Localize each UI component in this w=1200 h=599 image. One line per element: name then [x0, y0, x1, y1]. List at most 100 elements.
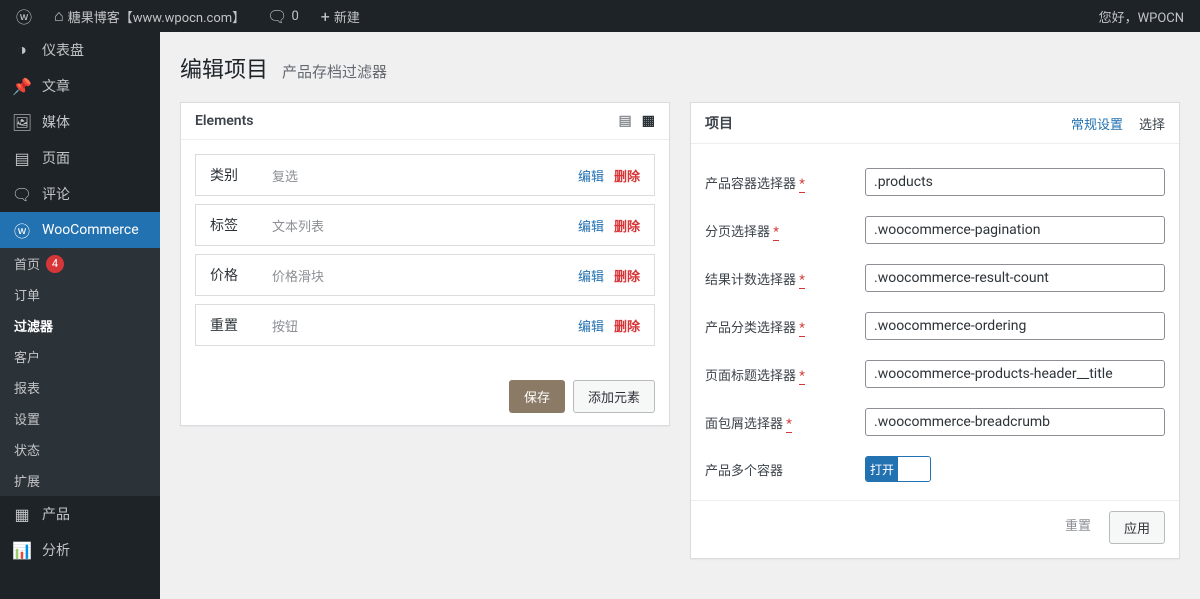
element-name: 类别: [210, 165, 254, 185]
field-label: 产品多个容器: [705, 460, 865, 479]
sidebar-item-analytics[interactable]: 📊分析: [0, 532, 160, 568]
element-type: 按钮: [272, 316, 298, 335]
page-icon: ▤: [12, 148, 32, 168]
element-edit-link[interactable]: 编辑: [578, 266, 604, 285]
greeting-text: 您好，WPOCN: [1099, 7, 1184, 26]
woocommerce-submenu: 首页4 订单 过滤器 客户 报表 设置 状态 扩展: [0, 248, 160, 496]
admin-bar: ⓦ ⌂ 糖果博客【www.wpocn.com】 🗨 0 + 新建 您好，WPOC…: [0, 0, 1200, 32]
field-row: 分页选择器 *: [705, 206, 1165, 254]
tab-general[interactable]: 常规设置: [1071, 114, 1123, 133]
element-delete-link[interactable]: 删除: [614, 316, 640, 335]
apply-button[interactable]: 应用: [1109, 511, 1165, 544]
field-label: 产品容器选择器 *: [705, 173, 865, 192]
field-row: 面包屑选择器 *: [705, 398, 1165, 446]
field-input[interactable]: [865, 312, 1165, 340]
reset-link[interactable]: 重置: [1057, 511, 1099, 544]
field-input[interactable]: [865, 408, 1165, 436]
elements-panel-head: Elements ▤ ▦: [181, 103, 669, 140]
field-row: 页面标题选择器 *: [705, 350, 1165, 398]
sidebar-item-dashboard[interactable]: ◑仪表盘: [0, 32, 160, 68]
admin-sidebar: ◑仪表盘 📌文章 🖼媒体 ▤页面 🗨评论 ⓦWooCommerce 首页4 订单…: [0, 32, 160, 599]
new-label: 新建: [334, 7, 360, 26]
submenu-item-reports[interactable]: 报表: [0, 372, 160, 403]
comments-link[interactable]: 🗨 0: [259, 0, 307, 32]
field-label: 面包屑选择器 *: [705, 413, 865, 432]
field-label: 分页选择器 *: [705, 221, 865, 240]
element-row: 标签文本列表 编辑删除: [195, 204, 655, 246]
analytics-icon: 📊: [12, 540, 32, 560]
element-name: 价格: [210, 265, 254, 285]
element-row: 价格价格滑块 编辑删除: [195, 254, 655, 296]
project-heading: 项目: [705, 113, 733, 133]
elements-heading: Elements: [195, 113, 253, 129]
woocommerce-icon: ⓦ: [12, 220, 32, 240]
field-row: 结果计数选择器 *: [705, 254, 1165, 302]
field-row: 产品容器选择器 *: [705, 158, 1165, 206]
element-type: 复选: [272, 166, 298, 185]
toggle-on-label: 打开: [866, 457, 898, 481]
new-content-link[interactable]: + 新建: [313, 0, 368, 32]
media-icon: 🖼: [12, 112, 32, 132]
field-label: 结果计数选择器 *: [705, 269, 865, 288]
project-panel: 项目 常规设置 选择 产品容器选择器 * 分页选择器 * 结果计数选择器 * 产品分类…: [690, 102, 1180, 559]
home-icon: ⌂: [54, 6, 64, 26]
sidebar-item-comments[interactable]: 🗨评论: [0, 176, 160, 212]
wordpress-icon: ⓦ: [16, 4, 32, 28]
sidebar-item-products[interactable]: ▦产品: [0, 496, 160, 532]
submenu-item-orders[interactable]: 订单: [0, 279, 160, 310]
add-element-button[interactable]: 添加元素: [573, 380, 655, 413]
toggle-multi-container[interactable]: 打开: [865, 456, 931, 482]
user-greeting[interactable]: 您好，WPOCN: [1091, 0, 1192, 32]
element-type: 文本列表: [272, 216, 324, 235]
view-grid-icon[interactable]: ▦: [642, 113, 655, 129]
sidebar-item-woocommerce[interactable]: ⓦWooCommerce: [0, 212, 160, 248]
comment-icon: 🗨: [12, 184, 32, 204]
element-row: 重置按钮 编辑删除: [195, 304, 655, 346]
submenu-item-filters[interactable]: 过滤器: [0, 310, 160, 341]
field-input[interactable]: [865, 264, 1165, 292]
main-content: 编辑项目 产品存档过滤器 Elements ▤ ▦ 类别复选编辑删除标签文本列表…: [160, 32, 1200, 599]
element-edit-link[interactable]: 编辑: [578, 216, 604, 235]
comment-icon: 🗨: [267, 7, 287, 26]
pin-icon: 📌: [12, 76, 32, 96]
element-edit-link[interactable]: 编辑: [578, 316, 604, 335]
view-list-icon[interactable]: ▤: [619, 113, 632, 129]
wp-logo[interactable]: ⓦ: [8, 0, 40, 32]
site-name-text: 糖果博客【www.wpocn.com】: [68, 7, 245, 26]
element-type: 价格滑块: [272, 266, 324, 285]
home-badge: 4: [46, 255, 64, 273]
submenu-item-settings[interactable]: 设置: [0, 403, 160, 434]
submenu-item-home[interactable]: 首页4: [0, 248, 160, 279]
project-panel-head: 项目 常规设置 选择: [691, 103, 1179, 144]
page-subtitle: 产品存档过滤器: [282, 61, 387, 82]
sidebar-item-media[interactable]: 🖼媒体: [0, 104, 160, 140]
product-icon: ▦: [12, 504, 32, 524]
element-delete-link[interactable]: 删除: [614, 166, 640, 185]
field-row: 产品分类选择器 *: [705, 302, 1165, 350]
submenu-item-status[interactable]: 状态: [0, 434, 160, 465]
element-delete-link[interactable]: 删除: [614, 216, 640, 235]
save-button[interactable]: 保存: [509, 380, 565, 413]
sidebar-item-posts[interactable]: 📌文章: [0, 68, 160, 104]
field-row: 产品多个容器打开: [705, 446, 1165, 492]
comments-count: 0: [291, 9, 298, 24]
elements-panel: Elements ▤ ▦ 类别复选编辑删除标签文本列表编辑删除价格价格滑块编辑删…: [180, 102, 670, 426]
field-input[interactable]: [865, 168, 1165, 196]
field-input[interactable]: [865, 360, 1165, 388]
field-label: 页面标题选择器 *: [705, 365, 865, 384]
sidebar-item-pages[interactable]: ▤页面: [0, 140, 160, 176]
submenu-item-extensions[interactable]: 扩展: [0, 465, 160, 496]
field-label: 产品分类选择器 *: [705, 317, 865, 336]
submenu-item-customers[interactable]: 客户: [0, 341, 160, 372]
element-row: 类别复选 编辑删除: [195, 154, 655, 196]
element-name: 标签: [210, 215, 254, 235]
element-name: 重置: [210, 315, 254, 335]
page-title: 编辑项目 产品存档过滤器: [180, 52, 1180, 84]
tab-select[interactable]: 选择: [1139, 114, 1165, 133]
toggle-off-space: [898, 457, 930, 481]
site-name-link[interactable]: ⌂ 糖果博客【www.wpocn.com】: [46, 0, 253, 32]
plus-icon: +: [321, 7, 330, 26]
element-delete-link[interactable]: 删除: [614, 266, 640, 285]
field-input[interactable]: [865, 216, 1165, 244]
element-edit-link[interactable]: 编辑: [578, 166, 604, 185]
